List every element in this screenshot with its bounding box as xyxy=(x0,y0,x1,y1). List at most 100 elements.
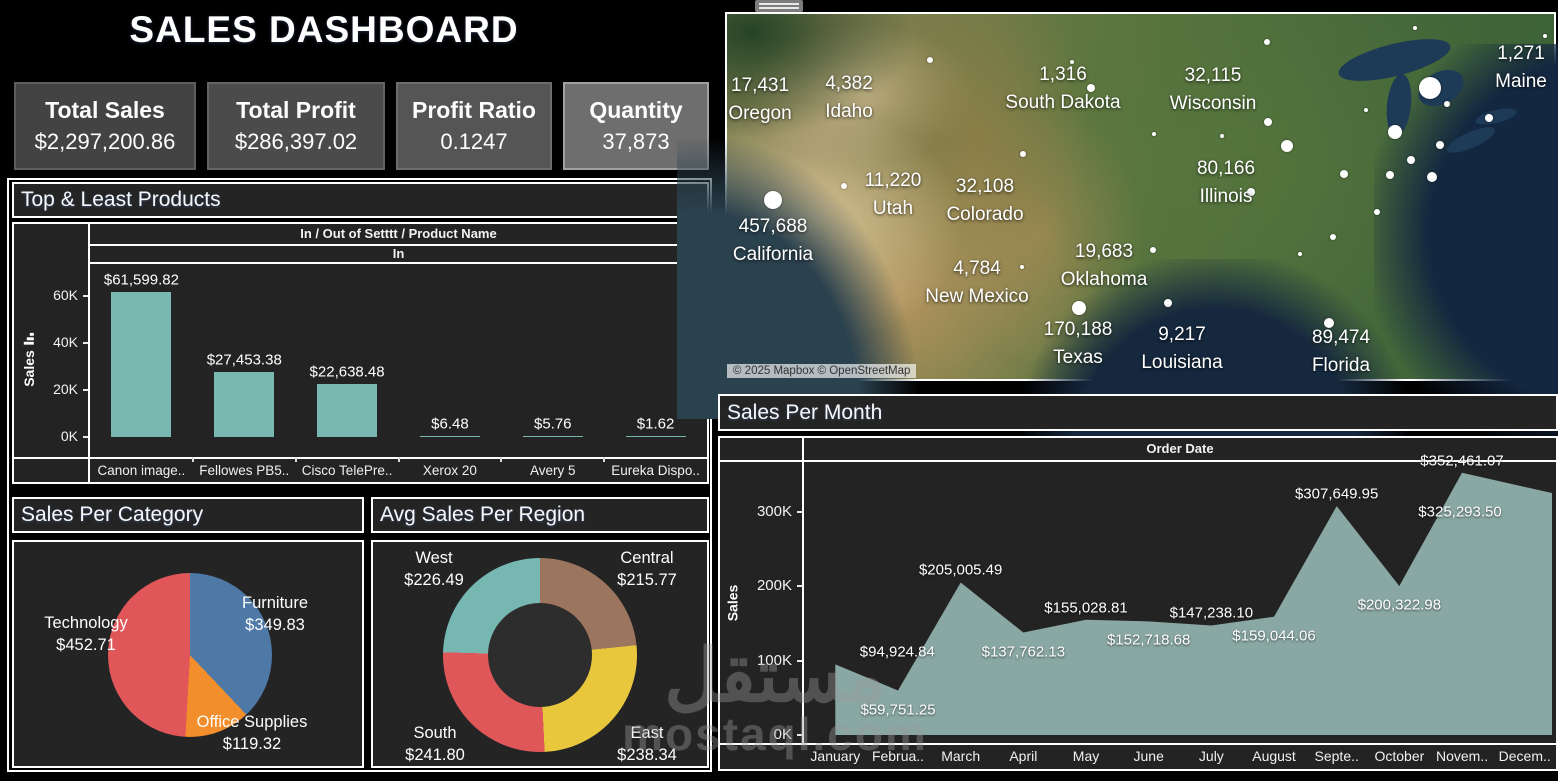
city-dot[interactable] xyxy=(764,191,782,209)
kpi-label: Profit Ratio xyxy=(412,97,536,123)
state-value: 1,271 xyxy=(1497,43,1545,64)
axis-tick xyxy=(294,457,297,462)
bar-Eureka Dispo..[interactable] xyxy=(625,436,686,437)
month-label: January xyxy=(810,748,861,764)
category-label: Cisco TelePre.. xyxy=(301,463,393,478)
sales-per-category-chart[interactable]: Technology $452.71 Furniture $349.83 Off… xyxy=(12,540,364,768)
city-dot[interactable] xyxy=(1444,101,1450,107)
kpi-label: Total Profit xyxy=(236,97,356,123)
state-label-california[interactable]: 457,688 California xyxy=(733,213,813,269)
month-label: Februa.. xyxy=(871,748,925,764)
city-dot[interactable] xyxy=(1374,209,1380,215)
month-plot-area[interactable]: $94,924.84 $59,751.25 $205,005.49 $137,762.… xyxy=(804,452,1556,743)
city-dot[interactable] xyxy=(1485,114,1493,122)
slice-value: $241.80 xyxy=(405,746,465,764)
category-label: Canon image.. xyxy=(97,463,186,478)
city-dot[interactable] xyxy=(1150,247,1156,253)
axis-tick xyxy=(397,457,400,462)
city-dot[interactable] xyxy=(841,183,847,189)
state-value: 9,217 xyxy=(1158,324,1206,345)
state-name: Oklahoma xyxy=(1060,269,1148,290)
city-dot[interactable] xyxy=(1281,140,1293,152)
category-label: Eureka Dispo.. xyxy=(611,463,700,478)
city-dot[interactable] xyxy=(1413,26,1417,30)
city-dot[interactable] xyxy=(1364,108,1368,112)
city-dot[interactable] xyxy=(1330,234,1336,240)
state-label-new-mexico[interactable]: 4,784 New Mexico xyxy=(925,255,1028,311)
sales-map[interactable]: 17,431 Oregon 4,382 Idaho 1,316 South Dakota 3… xyxy=(677,12,1558,464)
state-label-louisiana[interactable]: 9,217 Louisiana xyxy=(1141,321,1222,377)
city-dot[interactable] xyxy=(1340,170,1348,178)
state-name: Utah xyxy=(872,198,914,219)
city-dot[interactable] xyxy=(1388,125,1402,139)
state-value: 11,220 xyxy=(864,170,922,191)
bar-Fellowes PB5..[interactable] xyxy=(214,372,275,437)
state-label-colorado[interactable]: 32,108 Colorado xyxy=(946,173,1023,229)
y-tick-label: 200K xyxy=(756,577,792,595)
avg-sales-per-region-chart[interactable]: West $226.49 Central $215.77 South $241.… xyxy=(371,540,709,768)
city-dot[interactable] xyxy=(1220,134,1224,138)
kpi-value: 0.1247 xyxy=(440,129,508,154)
top-least-products-chart[interactable]: In / Out of Setttt / Product Name In Sal… xyxy=(12,222,709,484)
state-label-wisconsin[interactable]: 32,115 Wisconsin xyxy=(1170,62,1257,118)
category-label: Fellowes PB5.. xyxy=(199,463,290,478)
city-dot[interactable] xyxy=(1164,299,1172,307)
y-axis-label: Sales xyxy=(20,350,37,387)
y-axis-label: Sales xyxy=(724,584,741,622)
bar-Xerox 20[interactable] xyxy=(419,436,480,437)
bar-Cisco TelePre..[interactable] xyxy=(317,383,378,437)
kpi-total-profit: Total Profit $286,397.02 xyxy=(207,82,385,170)
bar-Avery 5[interactable] xyxy=(522,436,583,437)
area-value-label: $200,322.98 xyxy=(1357,596,1442,614)
y-tick-mark xyxy=(797,734,802,736)
products-plot-area[interactable]: $61,599.82 $27,453.38 $22,638.48 $6.48 $5.76… xyxy=(90,264,707,457)
state-label-oklahoma[interactable]: 19,683 Oklahoma xyxy=(1061,238,1148,294)
city-dot[interactable] xyxy=(1427,172,1437,182)
bar-Canon image..[interactable] xyxy=(111,292,172,437)
city-dot[interactable] xyxy=(1152,132,1156,136)
city-dot[interactable] xyxy=(1264,39,1270,45)
state-label-texas[interactable]: 170,188 Texas xyxy=(1044,316,1113,372)
state-value: 89,474 xyxy=(1311,327,1371,348)
state-label-south-dakota[interactable]: 1,316 South Dakota xyxy=(1005,61,1120,117)
city-dot[interactable] xyxy=(1386,171,1394,179)
state-label-oregon[interactable]: 17,431 Oregon xyxy=(728,72,791,128)
state-name: Texas xyxy=(1053,347,1103,368)
state-label-maine[interactable]: 1,271 Maine xyxy=(1495,40,1547,96)
y-tick-label: 0K xyxy=(773,726,792,743)
sales-per-category-title: Sales Per Category xyxy=(12,497,364,533)
state-value: 80,166 xyxy=(1196,158,1256,179)
city-dot[interactable] xyxy=(1264,118,1272,126)
state-label-illinois[interactable]: 80,166 Illinois xyxy=(1197,155,1255,211)
sales-per-month-chart[interactable]: Order Date Sales 0K 100K 200K 300K $94,924.… xyxy=(718,436,1558,771)
state-label-idaho[interactable]: 4,382 Idaho xyxy=(825,70,873,126)
state-label-florida[interactable]: 89,474 Florida xyxy=(1312,324,1370,380)
slice-value: $349.83 xyxy=(245,616,305,634)
sort-descending-icon[interactable] xyxy=(23,333,35,346)
area-value-label: $352,461.07 xyxy=(1420,452,1504,470)
city-dot[interactable] xyxy=(1543,34,1547,38)
bar-value-label: $6.48 xyxy=(431,415,469,433)
map-controls-tab[interactable] xyxy=(755,0,803,12)
state-name: Colorado xyxy=(946,204,1024,225)
axis-tick xyxy=(500,457,503,462)
month-y-axis-title: Sales xyxy=(724,585,740,622)
state-value: 32,108 xyxy=(955,176,1015,197)
city-dot[interactable] xyxy=(1298,252,1302,256)
city-dot[interactable] xyxy=(1072,301,1086,315)
pie-label-furniture: Furniture $349.83 xyxy=(242,592,308,636)
month-y-axis: Sales 0K 100K 200K 300K xyxy=(720,462,802,743)
city-dot[interactable] xyxy=(1020,151,1026,157)
state-label-utah[interactable]: 11,220 Utah xyxy=(865,167,922,223)
slice-value: $238.34 xyxy=(617,746,677,764)
pie-label-technology: Technology $452.71 xyxy=(44,612,127,656)
area-value-label: $307,649.95 xyxy=(1294,485,1379,503)
city-dot[interactable] xyxy=(1436,141,1444,149)
city-dot[interactable] xyxy=(1407,156,1415,164)
products-column-group: In xyxy=(392,246,405,261)
state-value: 1,316 xyxy=(1039,64,1087,85)
city-dot[interactable] xyxy=(1419,77,1441,99)
map-attribution[interactable]: © 2025 Mapbox © OpenStreetMap xyxy=(727,364,917,378)
area-value-label: $152,718.68 xyxy=(1106,631,1191,649)
city-dot[interactable] xyxy=(927,57,933,63)
